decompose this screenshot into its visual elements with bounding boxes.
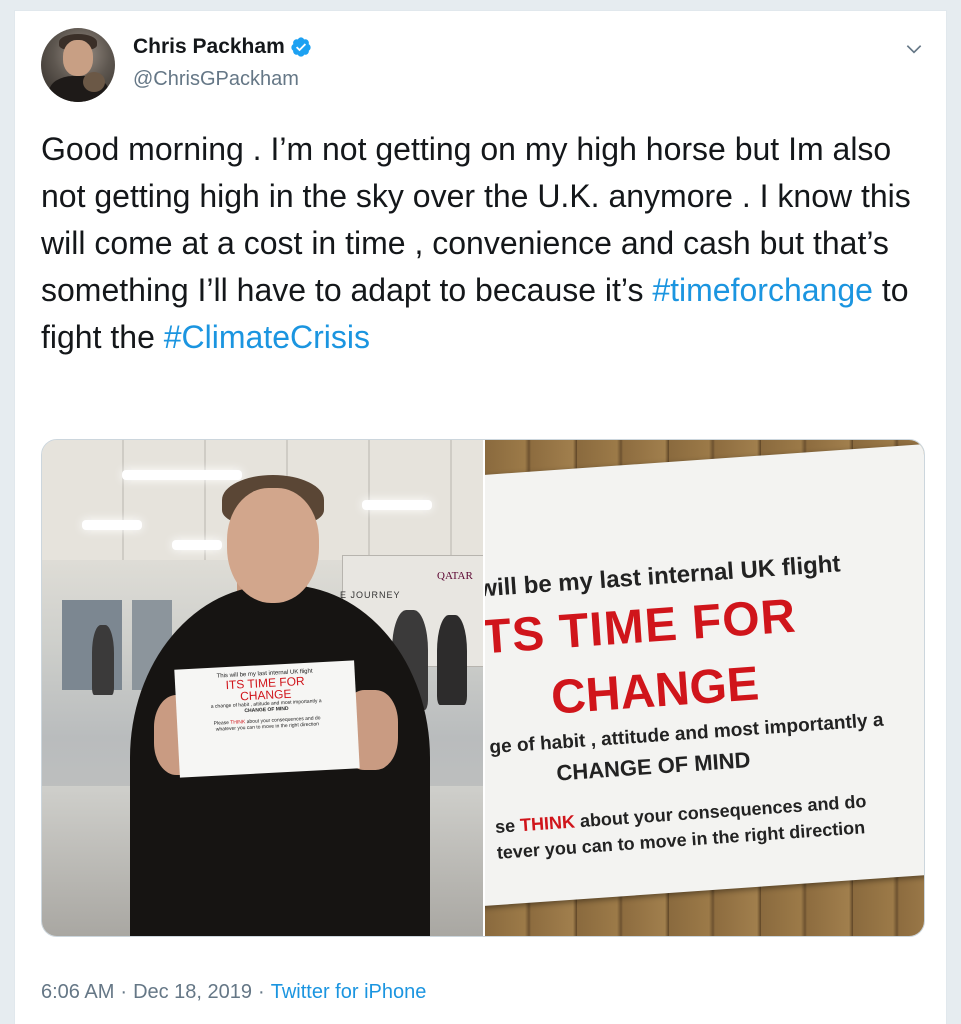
hashtag-link[interactable]: #timeforchange [652, 272, 873, 308]
traveler [437, 615, 467, 705]
media-grid: QATAR E JOURNEY This will be my last int… [41, 439, 925, 937]
sign-think: THINK [519, 811, 576, 836]
tweet-source-link[interactable]: Twitter for iPhone [271, 981, 427, 1004]
ceiling-light [172, 540, 222, 550]
airline-sign: QATAR [437, 570, 473, 582]
sign-headline: CHANGE [549, 657, 761, 725]
sign-line: CHANGE OF MIND [555, 747, 752, 786]
tweet-card: Chris Packham @ChrisGPackham Good mornin… [14, 10, 947, 1024]
ceiling-light [82, 520, 142, 530]
banner-text: E JOURNEY [340, 590, 401, 600]
separator: · [120, 981, 128, 1003]
tweet-time[interactable]: 6:06 AM [41, 981, 114, 1004]
ceiling-light [122, 470, 242, 480]
held-sign: This will be my last internal UK flight … [174, 660, 360, 778]
avatar-dog [83, 72, 105, 92]
sign-line: Please THINK about your consequences and… [177, 713, 357, 734]
avatar[interactable] [41, 28, 115, 102]
photo-sign-closeup[interactable]: will be my last internal UK flight TS TI… [485, 440, 924, 936]
ceiling-light [362, 500, 432, 510]
sign-closeup: will be my last internal UK flight TS TI… [485, 442, 924, 908]
tweet-text: Good morning . I’m not getting on my hig… [41, 126, 921, 361]
traveler [92, 625, 114, 695]
hashtag-link[interactable]: #ClimateCrisis [164, 319, 370, 355]
verified-badge-icon [291, 37, 311, 57]
avatar-face [63, 40, 93, 76]
author-name[interactable]: Chris Packham [133, 35, 285, 59]
tweet-date[interactable]: Dec 18, 2019 [133, 981, 252, 1004]
sign-text: se [494, 815, 521, 837]
author-name-row: Chris Packham [133, 35, 312, 59]
sign-headline: TS TIME FOR [485, 589, 798, 665]
man-head [227, 488, 319, 603]
separator: · [258, 981, 265, 1003]
tweet-footer: 6:06 AM · Dec 18, 2019 · Twitter for iPh… [41, 981, 426, 1004]
photo-airport[interactable]: QATAR E JOURNEY This will be my last int… [42, 440, 483, 936]
chevron-down-icon[interactable] [904, 39, 924, 59]
author-handle[interactable]: @ChrisGPackham [133, 68, 299, 91]
